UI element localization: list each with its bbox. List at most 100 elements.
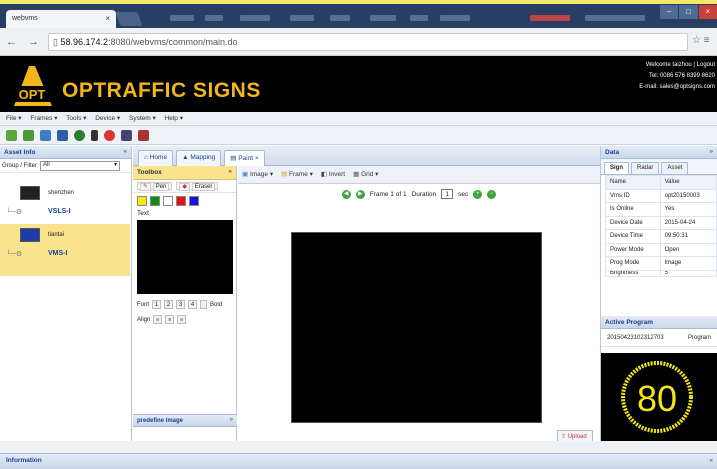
speed-limit-icon: 80 — [621, 361, 693, 433]
exit-icon[interactable] — [138, 129, 149, 141]
tab-home[interactable]: ⌂ Home — [138, 150, 174, 166]
align-center-icon[interactable]: ≡ — [165, 315, 175, 324]
pen-button[interactable]: ✎ Pen — [137, 182, 173, 191]
menu-system[interactable]: System ▾ — [129, 115, 156, 122]
blurred-bookmark — [410, 15, 428, 21]
close-window-icon[interactable]: × — [698, 5, 717, 19]
tab-sign[interactable]: Sign — [604, 162, 629, 174]
color-swatch-red[interactable] — [176, 196, 186, 206]
collapse-right-icon[interactable]: » — [709, 148, 713, 155]
frame-menu-button[interactable]: ▤ Frame ▾ — [281, 170, 313, 179]
font-size-3[interactable]: 3 — [176, 300, 186, 309]
disk-icon[interactable] — [57, 129, 68, 141]
url-bar[interactable]: ▯ 58.96.174.2:8080/webvms/common/main.do — [48, 33, 688, 51]
group-filter-select[interactable]: All — [40, 160, 121, 171]
menu-help[interactable]: Help ▾ — [165, 115, 183, 122]
frame-bar: ◀ ▶ Frame 1 of 1 Duration 1 sec + − — [238, 184, 600, 204]
status-icon[interactable] — [74, 129, 85, 141]
blurred-bookmark — [330, 15, 350, 21]
color-swatch-white[interactable] — [163, 196, 173, 206]
table-header-row: Name Value — [605, 175, 717, 190]
text-input[interactable] — [137, 220, 233, 294]
font-size-1[interactable]: 1 — [152, 300, 162, 309]
row-name: Power Mode — [605, 242, 661, 257]
color-swatch-yellow[interactable] — [137, 196, 147, 206]
save-icon[interactable] — [40, 129, 51, 141]
duration-input[interactable]: 1 — [441, 189, 454, 199]
new-icon[interactable] — [6, 129, 17, 141]
information-panel-header[interactable]: Information « — [0, 453, 717, 469]
program-row[interactable]: 20150423102312703 Program — [601, 331, 717, 347]
predefine-image-header[interactable]: predefine image » — [133, 414, 237, 427]
maximize-icon[interactable]: □ — [679, 5, 698, 19]
email-text: E-mail: sales@optsigns.com — [639, 84, 715, 90]
pen-label: Pen — [152, 183, 170, 191]
table-row: Is Online Yes — [605, 202, 717, 217]
font-size-2[interactable]: 2 — [164, 300, 174, 309]
grid-icon[interactable] — [121, 129, 132, 141]
tab-mapping-label: Mapping — [190, 154, 216, 161]
collapse-left-icon[interactable]: « — [123, 148, 127, 155]
blurred-bookmark — [585, 15, 645, 21]
opt-logo-icon: OPT — [10, 66, 54, 106]
data-panel: Data » Sign Radar Asset Name Value Vms I… — [600, 146, 717, 441]
menu-frames[interactable]: Frames ▾ — [30, 115, 57, 122]
collapse-toolbox-icon[interactable]: « — [228, 168, 232, 175]
welcome-text[interactable]: Welcome taizhou | Logout — [639, 60, 715, 71]
record-icon[interactable] — [104, 129, 115, 141]
browser-menu-icons[interactable]: ☆ ≡ — [692, 35, 710, 46]
row-name: Device Date — [605, 215, 661, 230]
expand-info-icon[interactable]: « — [709, 457, 713, 464]
column-header-name: Name — [605, 175, 661, 190]
new-tab-button[interactable] — [115, 12, 143, 26]
tab-radar[interactable]: Radar — [631, 162, 660, 174]
browser-tab[interactable]: webvms × — [6, 10, 116, 28]
menu-tools[interactable]: Tools ▾ — [66, 115, 86, 122]
blurred-bookmark — [205, 15, 223, 21]
bold-checkbox[interactable] — [200, 300, 208, 309]
row-name: Brightness — [605, 269, 661, 277]
prev-frame-icon[interactable]: ◀ — [341, 189, 351, 199]
blurred-bookmark — [290, 15, 314, 21]
image-menu-button[interactable]: ▣ Image ▾ — [242, 170, 273, 179]
device-icon[interactable] — [91, 129, 98, 141]
font-size-4[interactable]: 4 — [188, 300, 198, 309]
next-frame-icon[interactable]: ▶ — [355, 189, 365, 199]
menu-device[interactable]: Device ▾ — [95, 115, 120, 122]
open-icon[interactable] — [23, 129, 34, 141]
align-left-icon[interactable]: ≡ — [153, 315, 163, 324]
spacer — [0, 441, 717, 453]
invert-button[interactable]: ◧ Invert — [321, 170, 345, 179]
image-menu-label: Image ▾ — [249, 171, 274, 178]
tab-paint[interactable]: ▤ Paint × — [224, 150, 265, 166]
paint-canvas[interactable] — [291, 232, 542, 423]
color-swatch-blue[interactable] — [189, 196, 199, 206]
grid-menu-button[interactable]: ▦ Grid ▾ — [353, 170, 378, 179]
close-tab-icon[interactable]: × — [105, 14, 110, 23]
table-row: Device Date 2015-04-24 — [605, 215, 717, 230]
sign-thumbnail — [20, 186, 40, 200]
active-program-header: Active Program — [601, 316, 717, 329]
eraser-button[interactable]: ◆ Eraser — [176, 182, 219, 191]
align-right-icon[interactable]: ≡ — [177, 315, 187, 324]
tab-mapping[interactable]: ▲ Mapping — [176, 150, 222, 166]
header-contact: Welcome taizhou | Logout Tel: 0086 576 8… — [639, 60, 715, 93]
color-swatches — [133, 193, 236, 209]
row-value: Open — [659, 242, 717, 257]
center-tabs: ⌂ Home ▲ Mapping ▤ Paint × — [133, 146, 600, 166]
asset-node-sign[interactable]: VMS-I — [48, 250, 67, 257]
table-row: Power Mode Open — [605, 242, 717, 257]
menu-file[interactable]: File ▾ — [6, 115, 22, 122]
table-row: Prog Mode Image — [605, 256, 717, 271]
asset-node-sign[interactable]: VSLS-I — [48, 208, 71, 215]
color-swatch-green[interactable] — [150, 196, 160, 206]
asset-node-tiantai[interactable]: tiantai └─⚙ VMS-I — [0, 224, 130, 276]
delete-frame-icon[interactable]: − — [487, 189, 497, 199]
row-value: 5 — [659, 269, 717, 277]
tab-asset[interactable]: Asset — [661, 162, 689, 174]
url-path: :8080/webvms/common/main.do — [108, 37, 238, 47]
add-frame-icon[interactable]: + — [473, 189, 483, 199]
minimize-icon[interactable]: – — [660, 5, 679, 19]
expand-icon[interactable]: » — [230, 417, 233, 423]
asset-panel-title: Asset Info — [4, 149, 36, 156]
